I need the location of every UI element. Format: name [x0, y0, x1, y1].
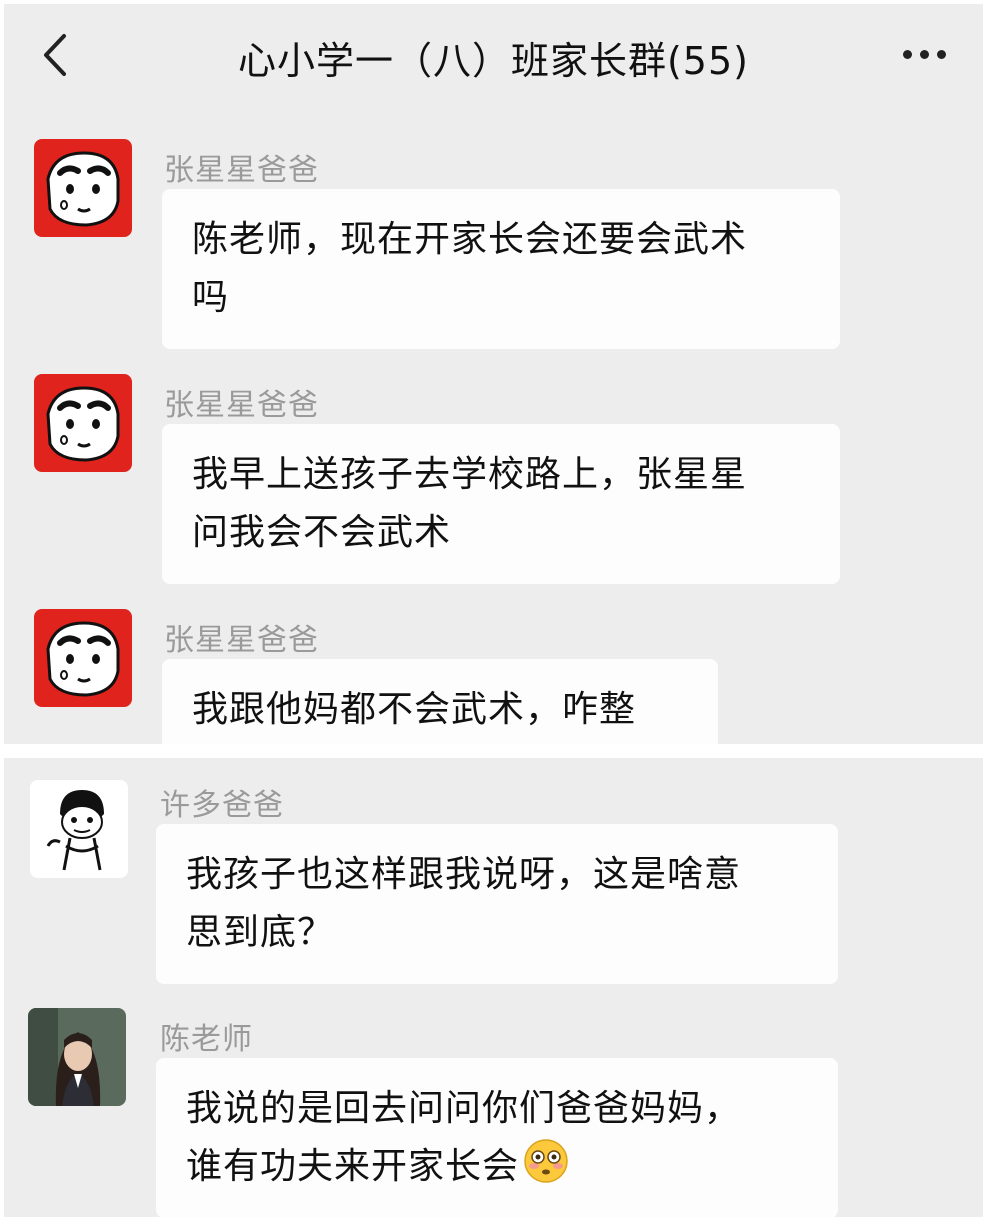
chat-title: 心小学一（八）班家长群(55): [237, 39, 749, 83]
sender-name: 陈老师: [160, 1022, 253, 1057]
chat-header: 心小学一（八）班家长群(55): [4, 4, 983, 104]
sender-name: 张星星爸爸: [164, 153, 319, 188]
chat-screenshot-top: 心小学一（八）班家长群(55) 张星星爸爸 陈老师，现在开家长会还要会武术 吗: [4, 4, 983, 744]
message-line-with-emoji: 谁有功夫来开家长会: [186, 1138, 808, 1196]
flushed-face-emoji-icon: [524, 1139, 568, 1183]
sender-name: 张星星爸爸: [164, 623, 319, 658]
message-bubble[interactable]: 我孩子也这样跟我说呀，这是啥意 思到底？: [156, 824, 838, 984]
message-line: 我孩子也这样跟我说呀，这是啥意: [186, 854, 742, 895]
message-line: 陈老师，现在开家长会还要会武术: [192, 219, 748, 260]
girl-photo-icon[interactable]: [28, 1008, 126, 1106]
crayon-shin-chan-icon[interactable]: [34, 374, 132, 472]
more-dots-icon[interactable]: [903, 50, 947, 60]
message-line: 我说的是回去问问你们爸爸妈妈，: [186, 1088, 742, 1129]
message-bubble[interactable]: 我跟他妈都不会武术，咋整: [162, 659, 718, 744]
message-bubble[interactable]: 我说的是回去问问你们爸爸妈妈， 谁有功夫来开家长会: [156, 1058, 838, 1217]
message-bubble[interactable]: 陈老师，现在开家长会还要会武术 吗: [162, 189, 840, 349]
chat-screenshot-bottom: 许多爸爸 我孩子也这样跟我说呀，这是啥意 思到底？ 陈老师 我说的是回去问问你们…: [4, 758, 983, 1217]
sender-name: 许多爸爸: [160, 788, 284, 823]
meme-face-icon[interactable]: [30, 780, 128, 878]
message-line: 问我会不会武术: [192, 512, 452, 553]
crayon-shin-chan-icon[interactable]: [34, 139, 132, 237]
message-line: 我跟他妈都不会武术，咋整: [192, 689, 637, 730]
message-line: 吗: [192, 277, 230, 318]
message-line: 我早上送孩子去学校路上，张星星: [192, 454, 748, 495]
message-bubble[interactable]: 我早上送孩子去学校路上，张星星 问我会不会武术: [162, 424, 840, 584]
crayon-shin-chan-icon[interactable]: [34, 609, 132, 707]
sender-name: 张星星爸爸: [164, 388, 319, 423]
message-line: 谁有功夫来开家长会: [186, 1146, 520, 1187]
message-line: 思到底？: [186, 912, 335, 953]
